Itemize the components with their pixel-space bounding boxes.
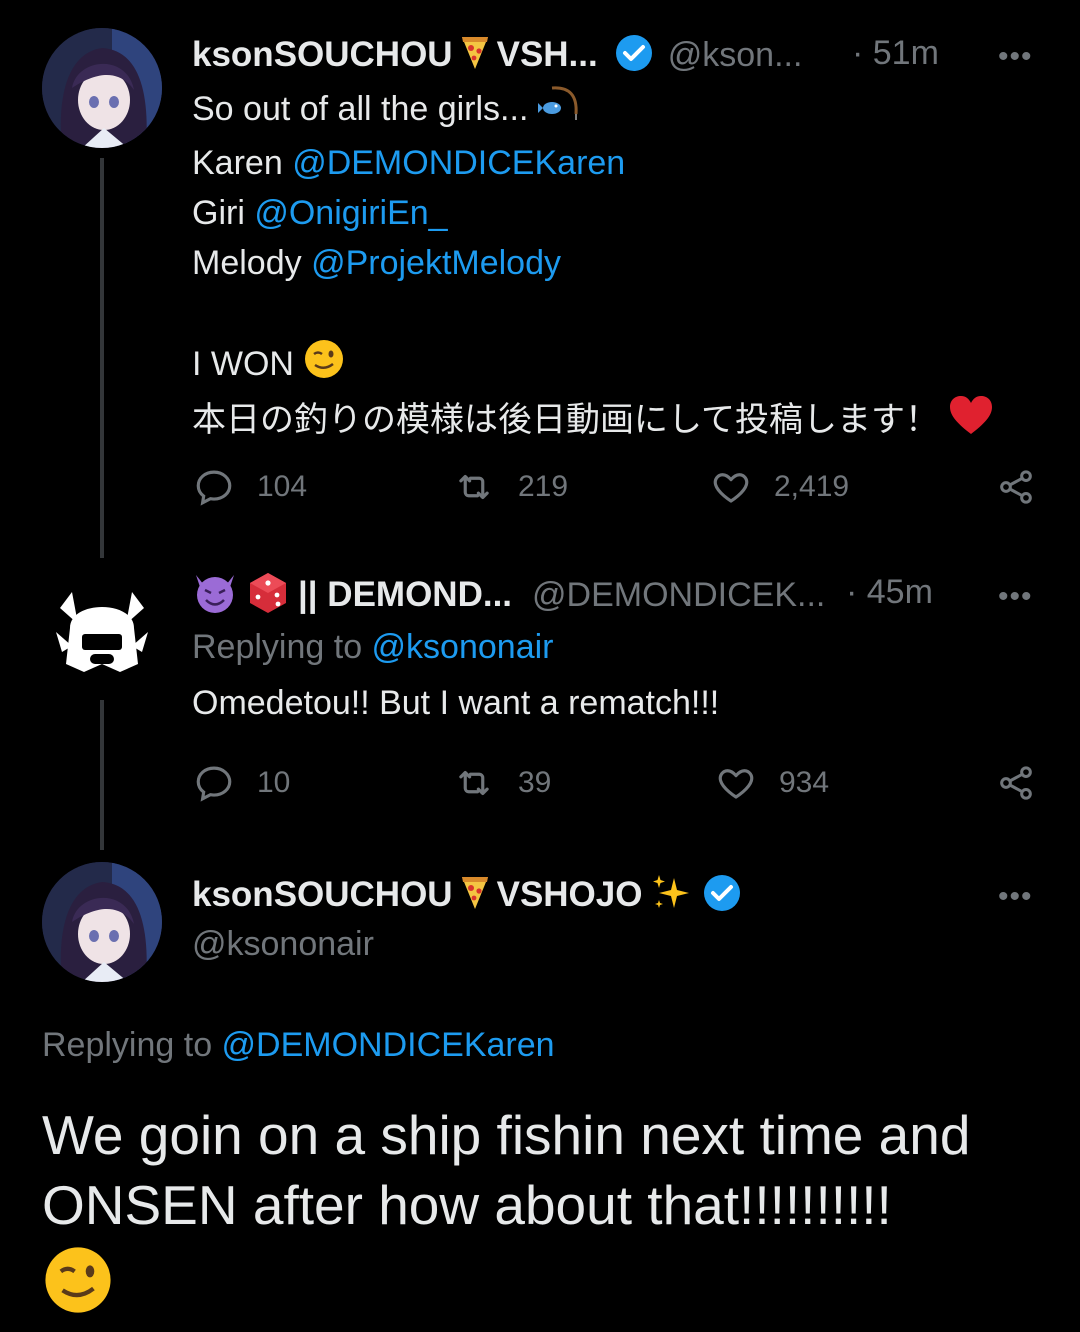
wink-emoji-icon <box>42 1240 970 1320</box>
mention-projektmelody[interactable]: @ProjektMelody <box>311 244 561 282</box>
share-button[interactable] <box>996 466 1036 513</box>
reply-button[interactable]: 104 <box>193 466 307 508</box>
tweet2-time[interactable]: · 45m <box>846 573 933 612</box>
tweet1-line-5-text: I WON <box>192 345 294 383</box>
tweet1-line-3: Giri @OnigiriEn_ <box>192 188 994 238</box>
tweet3-display-name-suffix[interactable]: VSHOJO <box>497 875 643 915</box>
tweet3-replying: Replying to @DEMONDICEKaren <box>42 1026 555 1065</box>
more-icon[interactable]: ••• <box>998 580 1033 614</box>
replying-mention[interactable]: @DEMONDICEKaren <box>222 1026 555 1064</box>
retweet-button[interactable]: 219 <box>452 466 568 508</box>
thread-line-2 <box>100 700 104 850</box>
retweet-count: 39 <box>518 766 552 799</box>
verified-badge-icon <box>614 33 654 78</box>
tweet1-line-1-text: So out of all the girls... <box>192 90 529 128</box>
like-count: 2,419 <box>774 470 850 503</box>
tweet3-text-line-2: ONSEN after how about that!!!!!!!!!! <box>42 1174 892 1236</box>
like-icon <box>718 769 754 799</box>
tweet1-handle[interactable]: @kson... <box>668 36 803 75</box>
like-icon <box>713 473 749 503</box>
tweet1-line-4: Melody @ProjektMelody <box>192 238 994 288</box>
avatar-kson[interactable] <box>42 862 162 982</box>
mention-demondicekaren[interactable]: @DEMONDICEKaren <box>292 144 625 182</box>
tweet1-line-2: Karen @DEMONDICEKaren <box>192 138 994 188</box>
tweet2-handle[interactable]: @DEMONDICEK... <box>532 576 825 615</box>
like-button[interactable]: 2,419 <box>710 466 849 508</box>
avatar-kson[interactable] <box>42 28 162 148</box>
tweet1-display-name-suffix[interactable]: VSH... <box>497 35 598 75</box>
die-emoji-icon <box>248 571 288 620</box>
like-button[interactable]: 934 <box>715 762 829 804</box>
tweet3-header: ksonSOUCHOU VSHOJO <box>192 870 742 920</box>
reply-icon <box>196 766 232 802</box>
tweet1-display-name[interactable]: ksonSOUCHOU <box>192 35 453 75</box>
mention-onigirien[interactable]: @OnigiriEn_ <box>254 194 447 232</box>
replying-mention[interactable]: @ksononair <box>372 628 554 666</box>
more-icon[interactable]: ••• <box>998 40 1033 74</box>
replying-label: Replying to <box>192 628 372 666</box>
tweet3-text: We goin on a ship fishin next time and O… <box>42 1100 970 1320</box>
tweet3-handle[interactable]: @ksononair <box>192 925 374 964</box>
tweet1-body: So out of all the girls... Karen @DEMOND… <box>192 84 994 450</box>
share-icon <box>1000 766 1032 800</box>
heart-emoji-icon <box>948 394 994 450</box>
tweet1-line-6-text: 本日の釣りの模様は後日動画にして投稿します！ <box>192 401 939 439</box>
tweet1-header: ksonSOUCHOU VSH... @kson... <box>192 30 802 80</box>
tweet2-display-name[interactable]: || DEMOND... <box>298 575 512 615</box>
retweet-button[interactable]: 39 <box>452 762 551 804</box>
tweet2-header: || DEMOND... @DEMONDICEK... <box>192 570 825 620</box>
verified-badge-icon <box>702 873 742 918</box>
devil-emoji-icon <box>192 571 238 620</box>
like-count: 934 <box>779 766 830 799</box>
replying-label: Replying to <box>42 1026 222 1064</box>
reply-icon <box>196 470 232 506</box>
share-icon <box>1000 470 1032 504</box>
share-button[interactable] <box>996 762 1036 809</box>
tweet3-text-line-1: We goin on a ship fishin next time and <box>42 1104 971 1166</box>
tweet2-text: Omedetou!! But I want a rematch!!! <box>192 684 720 722</box>
tweet3-display-name[interactable]: ksonSOUCHOU <box>192 875 453 915</box>
reply-count: 104 <box>257 470 308 503</box>
fishing-emoji-icon <box>537 84 582 138</box>
retweet-icon <box>459 474 489 500</box>
reply-button[interactable]: 10 <box>193 762 290 804</box>
tweet1-line-3-text: Giri <box>192 194 255 233</box>
pizza-emoji-icon <box>461 35 489 76</box>
tweet1-line-6: 本日の釣りの模様は後日動画にして投稿します！ <box>192 394 994 450</box>
tweet2-replying: Replying to @ksononair <box>192 628 553 667</box>
pizza-emoji-icon <box>461 875 489 916</box>
tweet1-line-4-text: Melody <box>192 244 312 283</box>
retweet-count: 219 <box>518 470 569 503</box>
avatar-demondice[interactable] <box>42 568 162 688</box>
wink-emoji-icon <box>303 338 345 394</box>
tweet1-line-1: So out of all the girls... <box>192 84 994 138</box>
tweet1-line-5: I WON <box>192 338 994 394</box>
tweet1-blank-line <box>192 288 994 338</box>
tweet1-line-2-text: Karen <box>192 144 293 183</box>
sparkles-emoji-icon <box>650 872 692 919</box>
tweet1-time[interactable]: · 51m <box>852 34 939 73</box>
retweet-icon <box>459 770 489 796</box>
thread-line-1 <box>100 158 104 558</box>
more-icon[interactable]: ••• <box>998 880 1033 914</box>
reply-count: 10 <box>257 766 291 799</box>
